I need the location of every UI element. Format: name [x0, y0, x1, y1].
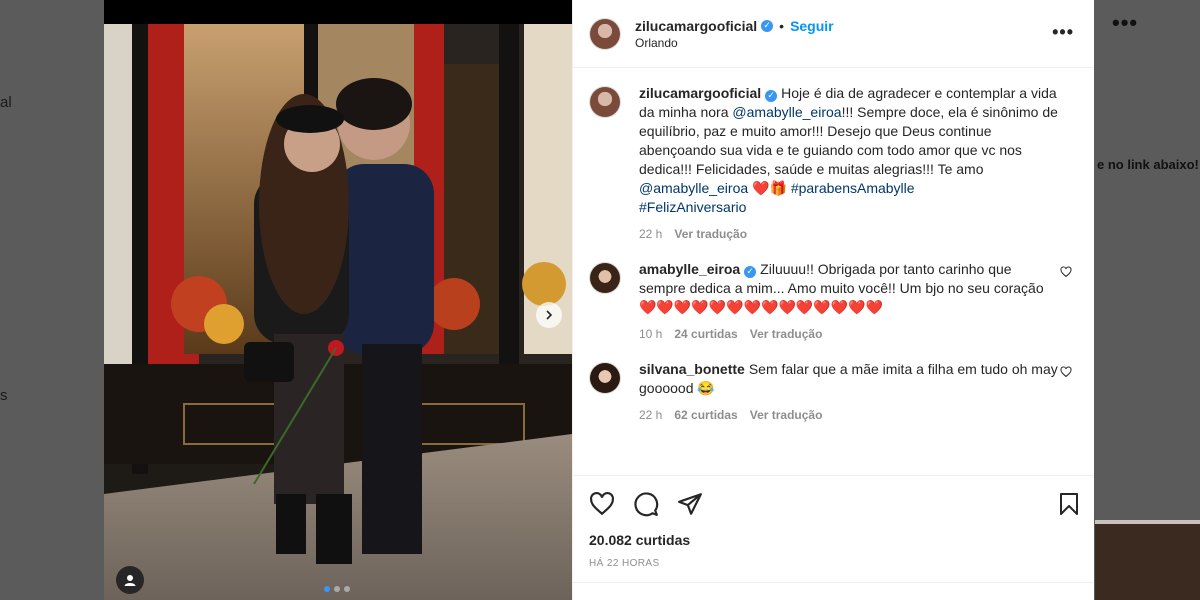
- author-avatar[interactable]: [589, 17, 621, 50]
- bg-more-icon: •••: [1112, 10, 1139, 35]
- post-photo: [104, 0, 572, 600]
- user-icon: [124, 575, 136, 586]
- post-actions: 20.082 curtidas HÁ 22 HORAS: [573, 475, 1094, 600]
- share-icon[interactable]: [677, 491, 703, 517]
- caption-hashtag-1[interactable]: #parabensAmabylle: [791, 180, 915, 196]
- comment-username[interactable]: amabylle_eiroa: [639, 261, 740, 277]
- comment-likes[interactable]: 62 curtidas: [674, 406, 737, 425]
- comment-icon[interactable]: [633, 491, 659, 517]
- comment-translate-link[interactable]: Ver tradução: [750, 325, 823, 344]
- comments-list: zilucamargooficial ✓ Hoje é dia de agradec…: [573, 68, 1094, 475]
- comment-time[interactable]: 10 h: [639, 325, 662, 344]
- carousel-indicator: [324, 586, 350, 592]
- separator-dot: •: [779, 17, 785, 34]
- caption-time[interactable]: 22 h: [639, 225, 662, 244]
- carousel-next-button[interactable]: [536, 302, 562, 328]
- caption-translate-link[interactable]: Ver tradução: [674, 225, 747, 244]
- caption-mention-1[interactable]: @amabylle_eiroa: [732, 104, 841, 120]
- commenter-avatar[interactable]: [589, 262, 621, 294]
- post-timestamp[interactable]: HÁ 22 HORAS: [589, 558, 1078, 569]
- photo-image: [104, 24, 572, 600]
- more-options-icon[interactable]: •••: [1052, 22, 1074, 43]
- comment-translate-link[interactable]: Ver tradução: [750, 406, 823, 425]
- add-comment-bar[interactable]: [573, 582, 1094, 600]
- comment-like-heart-icon[interactable]: [1060, 366, 1072, 378]
- carousel-dot: [334, 586, 340, 592]
- comment-likes[interactable]: 24 curtidas: [674, 325, 737, 344]
- post-header: zilucamargooficial ✓ • Seguir Orlando ••…: [573, 0, 1094, 68]
- follow-button[interactable]: Seguir: [790, 18, 834, 34]
- bg-fragment-2: s: [0, 387, 8, 404]
- comment: silvana_bonette Sem falar que a mãe imita…: [589, 360, 1078, 425]
- post-location[interactable]: Orlando: [635, 36, 834, 50]
- comment-time[interactable]: 22 h: [639, 406, 662, 425]
- caption-username[interactable]: zilucamargooficial: [639, 85, 761, 101]
- verified-badge-icon: ✓: [765, 89, 778, 102]
- bookmark-icon[interactable]: [1058, 492, 1080, 516]
- author-username[interactable]: zilucamargooficial: [635, 18, 757, 34]
- caption-avatar[interactable]: [589, 86, 621, 118]
- comment-like-heart-icon[interactable]: [1060, 266, 1072, 278]
- heart-icon[interactable]: [589, 491, 615, 517]
- bg-thumbnail: [1095, 520, 1200, 600]
- likes-count[interactable]: 20.082 curtidas: [589, 532, 1078, 548]
- verified-badge-icon: ✓: [744, 265, 757, 278]
- carousel-dot-active: [324, 586, 330, 592]
- post-side-panel: zilucamargooficial ✓ • Seguir Orlando ••…: [572, 0, 1094, 600]
- caption: zilucamargooficial ✓ Hoje é dia de agradec…: [589, 84, 1078, 244]
- bg-right-text: e no link abaixo!: [1097, 157, 1199, 172]
- caption-emoji: ❤️🎁: [748, 180, 791, 196]
- commenter-avatar[interactable]: [589, 362, 621, 394]
- post-modal: zilucamargooficial ✓ • Seguir Orlando ••…: [104, 0, 1094, 600]
- verified-badge-icon: ✓: [761, 19, 774, 32]
- tagged-user-button[interactable]: [116, 566, 144, 594]
- comment-username[interactable]: silvana_bonette: [639, 361, 745, 377]
- carousel-dot: [344, 586, 350, 592]
- caption-hashtag-2[interactable]: #FelizAniversario: [639, 199, 746, 215]
- caption-mention-2[interactable]: @amabylle_eiroa: [639, 180, 748, 196]
- bg-fragment-1: al: [0, 94, 12, 111]
- comment: amabylle_eiroa ✓ Ziluuuu!! Obrigada por ta…: [589, 260, 1078, 344]
- chevron-right-icon: [546, 310, 553, 320]
